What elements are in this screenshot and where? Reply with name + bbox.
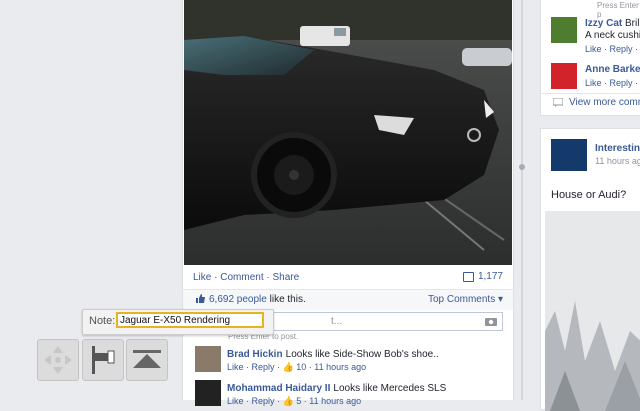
comment-author[interactable]: Mohammad Haidary II [227, 383, 330, 394]
comment-meta[interactable]: Like · Reply · 👍 5 · 11 hours ago [227, 396, 361, 407]
share-link[interactable]: Share [273, 272, 300, 283]
write-comment-placeholder: t... [331, 316, 343, 327]
arrow-to-top-icon [127, 350, 167, 383]
timeline-line [521, 0, 523, 400]
likes-count[interactable]: 6,692 people [209, 294, 267, 305]
comment-count[interactable]: 1,177 [462, 271, 503, 282]
post-card: Like · Comment · Share 1,177 6,692 peopl… [182, 0, 514, 406]
car-photo-image [184, 0, 512, 265]
page-title[interactable]: Interesting [595, 143, 640, 154]
avatar[interactable] [551, 17, 577, 43]
house-photo-image [545, 211, 640, 411]
press-enter-hint: Press Enter to p [597, 1, 640, 19]
camera-icon[interactable] [485, 316, 497, 329]
comment-link[interactable]: Comment [220, 272, 263, 283]
note-input[interactable] [116, 312, 264, 328]
right-card-post: Interesting 11 hours ago House or Audi? [540, 128, 640, 411]
comment-author[interactable]: Izzy Cat [585, 18, 622, 29]
right-column: Press Enter to p Izzy Cat Brillia A neck… [530, 0, 640, 411]
move-arrows-icon [38, 346, 78, 383]
avatar[interactable] [551, 63, 577, 89]
note-tool-button[interactable] [82, 339, 124, 381]
right-card-comments: Press Enter to p Izzy Cat Brillia A neck… [540, 0, 640, 116]
thumbs-up-icon [195, 293, 206, 307]
comment-text: Looks like Side-Show Bob's shoe.. [285, 349, 439, 360]
note-popup: Note: [82, 309, 274, 335]
comment-meta[interactable]: Like · Reply · [585, 78, 638, 88]
post-text: House or Audi? [551, 189, 627, 201]
post-time[interactable]: 11 hours ago [595, 156, 640, 166]
timeline-dot [519, 164, 525, 170]
view-more-comments-link[interactable]: View more comme [569, 97, 640, 108]
comment-meta[interactable]: Like · Reply · 👍 10 · 11 hours ago [227, 362, 366, 373]
comment-bubble-icon [462, 271, 474, 282]
comment-icon [552, 97, 564, 110]
comment-text-2: A neck cushion [585, 30, 640, 41]
top-comments-dropdown[interactable]: Top Comments ▾ [428, 294, 503, 305]
move-tool-button[interactable] [37, 339, 79, 381]
likes-suffix: like this. [269, 294, 306, 305]
comment-author[interactable]: Brad Hickin [227, 349, 283, 360]
comment-author[interactable]: Anne Barker [585, 64, 640, 75]
likes-summary[interactable]: 6,692 people like this. [209, 294, 306, 305]
like-link[interactable]: Like [193, 272, 211, 283]
post-actions: Like · Comment · Share [193, 272, 300, 283]
page-avatar[interactable] [551, 139, 587, 171]
note-flag-icon [83, 346, 123, 383]
car-photo[interactable] [184, 0, 512, 265]
likes-row: 6,692 people like this. Top Comments ▾ [183, 289, 513, 310]
avatar[interactable] [195, 380, 221, 406]
comment-count-text: 1,177 [477, 271, 503, 282]
avatar[interactable] [195, 346, 221, 372]
divider [541, 93, 640, 94]
note-label: Note: [89, 315, 116, 327]
comment-text: Brillia [625, 18, 640, 29]
post-photo[interactable] [545, 211, 640, 411]
move-to-top-button[interactable] [126, 339, 168, 381]
comment-text: Looks like Mercedes SLS [333, 383, 447, 394]
comment-meta[interactable]: Like · Reply · [585, 44, 638, 54]
